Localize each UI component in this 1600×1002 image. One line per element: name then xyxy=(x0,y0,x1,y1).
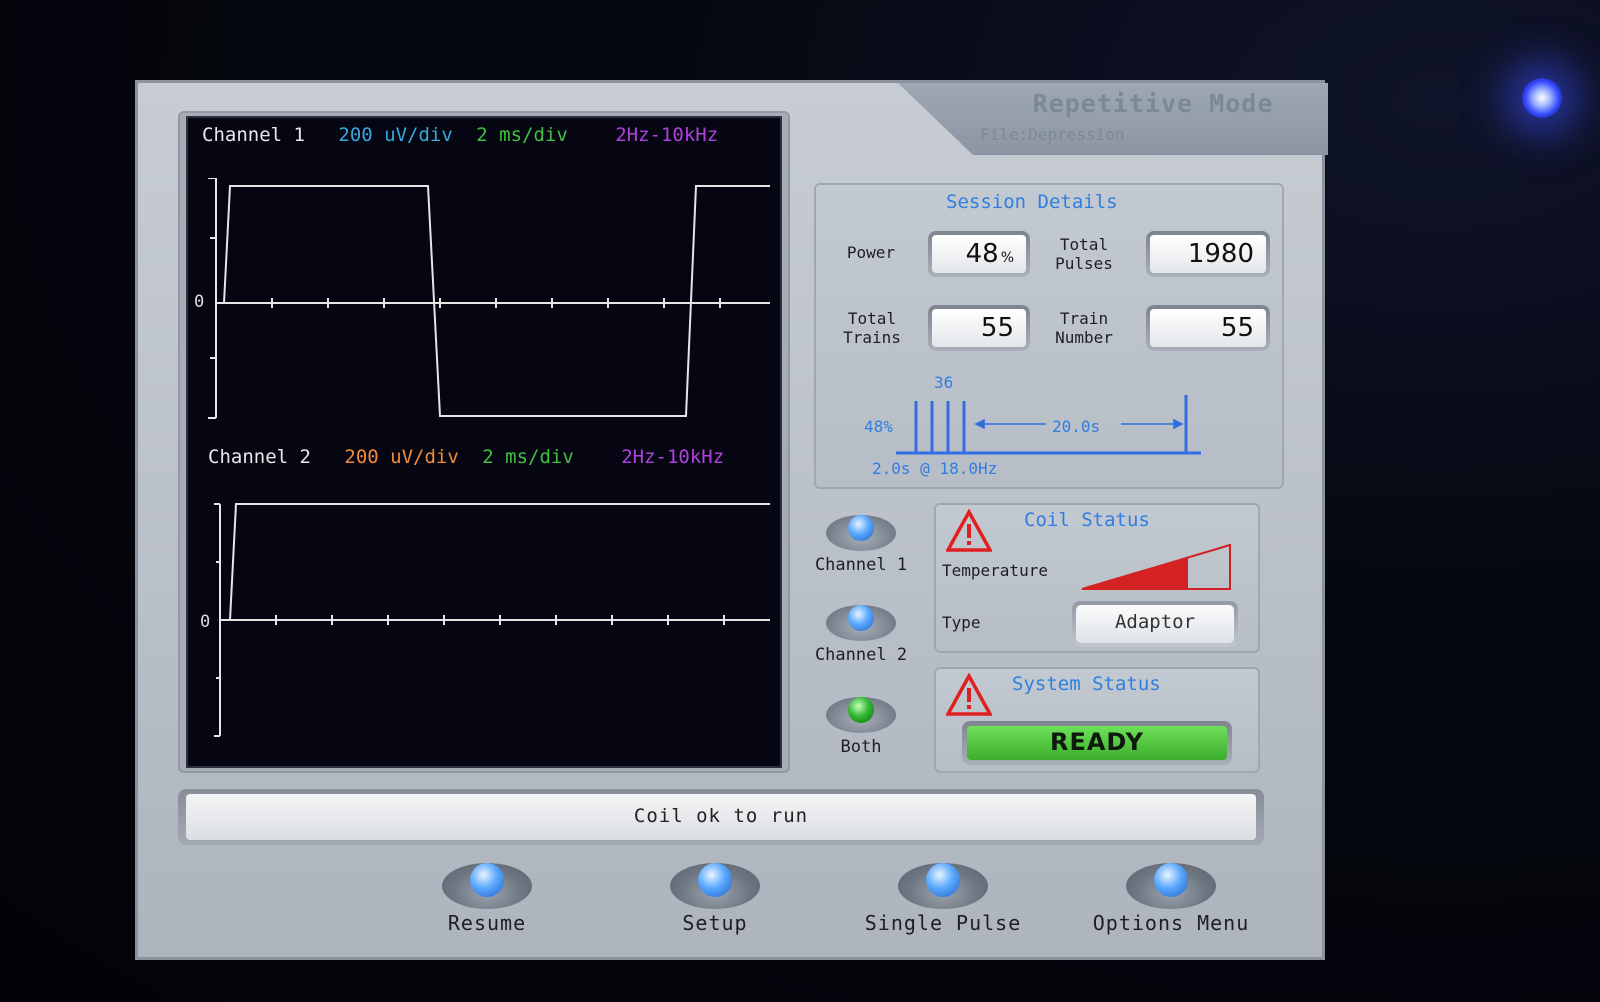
session-details-title: Session Details xyxy=(946,191,1118,213)
coil-warning-icon xyxy=(946,509,992,552)
setup-label: Setup xyxy=(682,911,748,935)
channel1-select-button[interactable] xyxy=(826,515,896,551)
resume-label: Resume xyxy=(447,911,527,935)
coil-type-value: Adaptor xyxy=(1076,605,1234,643)
power-label: Power xyxy=(846,243,896,262)
power-value: 48 xyxy=(965,239,999,269)
options-menu-button[interactable] xyxy=(1126,863,1216,909)
coil-status-panel: Coil Status Temperature Type Adaptor xyxy=(934,503,1260,653)
temperature-gauge xyxy=(1081,543,1231,590)
train-number-value: 55 xyxy=(1150,309,1266,347)
total-pulses-label: Total Pulses xyxy=(1055,235,1113,273)
channel1-trace xyxy=(208,178,770,419)
train-pulse-count: 36 xyxy=(934,373,954,392)
channel2-voltage-scale: 200 uV/div xyxy=(344,446,459,468)
coil-status-title: Coil Status xyxy=(1024,509,1150,531)
single-pulse-button[interactable] xyxy=(898,863,988,909)
train-diagram xyxy=(896,395,1201,455)
channel1-time-scale: 2 ms/div xyxy=(476,124,568,146)
channel1-select-label: Channel 1 xyxy=(814,555,908,575)
train-power-label: 48% xyxy=(864,417,893,436)
system-warning-icon xyxy=(946,673,992,716)
mode-title: Repetitive Mode xyxy=(1032,89,1274,118)
power-field[interactable]: 48% xyxy=(928,231,1030,277)
system-status-panel: System Status READY xyxy=(934,667,1260,773)
channel2-name: Channel 2 xyxy=(208,446,311,468)
status-message: Coil ok to run xyxy=(186,794,1256,840)
both-channels-select-button[interactable] xyxy=(826,697,896,733)
setup-button[interactable] xyxy=(670,863,760,909)
status-message-bar: Coil ok to run xyxy=(178,789,1264,845)
channel1-filter: 2Hz-10kHz xyxy=(615,124,719,146)
train-number-label: Train Number xyxy=(1055,309,1113,347)
total-trains-label: Total Trains xyxy=(843,309,901,347)
total-trains-value: 55 xyxy=(932,309,1026,347)
session-details-panel: Session Details Power 48% Total Pulses 1… xyxy=(814,183,1284,489)
coil-type-button[interactable]: Adaptor xyxy=(1072,601,1238,647)
train-number-field[interactable]: 55 xyxy=(1146,305,1270,351)
resume-button[interactable] xyxy=(442,863,532,909)
channel1-header: Channel 1 200 uV/div 2 ms/div 2Hz-10kHz xyxy=(202,124,718,146)
both-channels-select-label: Both xyxy=(840,737,882,757)
total-pulses-value: 1980 xyxy=(1150,235,1266,273)
temperature-label: Temperature xyxy=(942,561,1048,580)
channel2-select-label: Channel 2 xyxy=(814,645,908,665)
train-duration-label: 2.0s @ 18.0Hz xyxy=(872,459,998,478)
channel2-select-button[interactable] xyxy=(826,605,896,641)
channel2-header: Channel 2 200 uV/div 2 ms/div 2Hz-10kHz xyxy=(208,446,724,468)
channel1-voltage-scale: 200 uV/div xyxy=(338,124,453,146)
emg-oscilloscope: Channel 1 200 uV/div 2 ms/div 2Hz-10kHz … xyxy=(186,116,782,768)
coil-type-label: Type xyxy=(942,613,981,632)
system-status-state: READY xyxy=(967,726,1227,760)
options-menu-label: Options Menu xyxy=(1092,911,1250,935)
power-unit: % xyxy=(1000,250,1014,266)
channel2-trace xyxy=(214,503,770,737)
single-pulse-label: Single Pulse xyxy=(864,911,1022,935)
protocol-file-name: File:Depression xyxy=(980,125,1125,144)
channel2-time-scale: 2 ms/div xyxy=(482,446,574,468)
system-status-title: System Status xyxy=(1012,673,1161,695)
touch-screen: Repetitive Mode File:Depression Channel … xyxy=(135,80,1328,960)
channel1-name: Channel 1 xyxy=(202,124,305,146)
total-pulses-field[interactable]: 1980 xyxy=(1146,231,1270,277)
channel2-filter: 2Hz-10kHz xyxy=(621,446,725,468)
system-ready-indicator: READY xyxy=(962,721,1232,765)
total-trains-field[interactable]: 55 xyxy=(928,305,1030,351)
power-led-icon xyxy=(1522,78,1562,118)
